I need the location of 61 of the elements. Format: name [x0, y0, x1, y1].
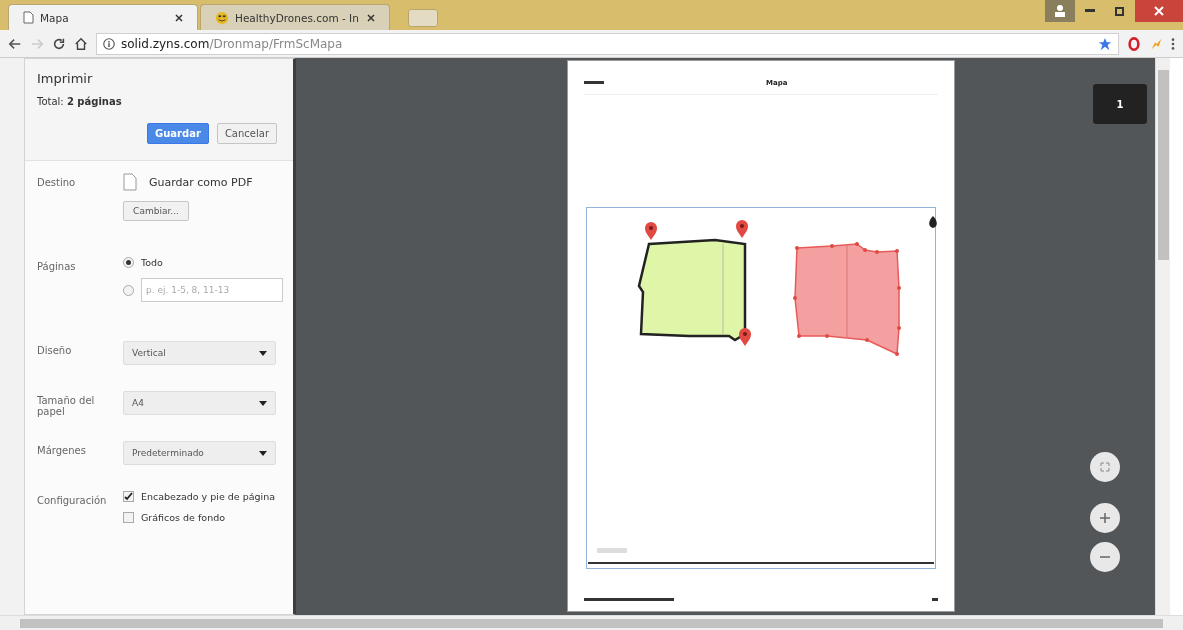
forward-icon	[30, 36, 44, 51]
back-icon	[8, 36, 22, 51]
cancel-button[interactable]: Cancelar	[216, 123, 277, 144]
radio-button[interactable]	[123, 284, 134, 296]
dropdown[interactable]: Predeterminado	[123, 441, 276, 465]
info-icon	[103, 37, 115, 50]
checkbox-label: Encabezado y pie de página	[141, 491, 276, 502]
checkbox[interactable]	[123, 512, 134, 523]
setting-label: Destino	[37, 176, 77, 190]
star-icon	[1098, 36, 1112, 51]
dropdown[interactable]: A4	[123, 391, 276, 415]
document-icon	[123, 173, 137, 191]
checkbox[interactable]	[123, 491, 134, 502]
scrollbar[interactable]	[1155, 58, 1170, 615]
zoom-out-button[interactable]	[1090, 542, 1120, 572]
plus-icon	[1100, 513, 1110, 523]
radio-button[interactable]	[123, 257, 134, 268]
radio-label: Todo	[141, 257, 163, 268]
user-button[interactable]	[1045, 0, 1075, 22]
menu-icon	[1171, 36, 1175, 51]
horizontal-scrollbar[interactable]	[0, 615, 1183, 630]
close-button[interactable]	[1135, 0, 1183, 22]
reload-icon	[52, 36, 66, 51]
close-icon	[1154, 6, 1164, 16]
fit-button[interactable]	[1090, 452, 1120, 482]
map-pin-icon	[735, 220, 748, 238]
page-indicator: 1	[1093, 84, 1147, 124]
map-logo	[596, 548, 627, 553]
setting-label: Tamaño del papel	[37, 394, 96, 419]
home-icon	[74, 36, 88, 51]
setting-label: Márgenes	[37, 444, 87, 458]
setting-label: Configuración	[37, 494, 108, 508]
fit-icon	[1100, 462, 1110, 472]
dropdown[interactable]: Vertical	[123, 341, 276, 365]
destination-value: Guardar como PDF	[149, 175, 253, 189]
setting-label: Páginas	[37, 260, 77, 274]
zoom-in-button[interactable]	[1090, 503, 1120, 533]
setting-label: Diseño	[37, 344, 73, 358]
browser-tab[interactable]: Mapa	[8, 4, 198, 30]
change-button[interactable]: Cambiar...	[123, 201, 189, 221]
map-pin-icon	[644, 222, 657, 240]
smiley-icon	[215, 10, 229, 25]
page-range-field[interactable]: p. ej. 1-5, 8, 11-13	[141, 278, 283, 302]
ring-icon	[1127, 36, 1141, 51]
page-total: Total: 2 páginas	[37, 96, 123, 107]
close-icon	[175, 13, 183, 22]
restore-icon	[1115, 6, 1125, 16]
map-pin-icon	[738, 328, 751, 346]
document-icon	[23, 11, 34, 24]
browser-tab[interactable]: HealthyDrones.com - In	[200, 4, 390, 30]
address-bar[interactable]: solid.zyns.com/Dronmap/FrmScMapa	[96, 32, 1119, 55]
blurred-text-drawing	[931, 598, 938, 601]
caret-icon	[259, 450, 267, 456]
print-title: Imprimir	[37, 71, 94, 86]
url-text: solid.zyns.com/Dronmap/FrmScMapa	[121, 36, 344, 51]
caret-icon	[259, 400, 267, 406]
checkbox-label: Gráficos de fondo	[141, 512, 225, 523]
minimize-icon	[1085, 9, 1095, 13]
close-icon	[367, 13, 375, 22]
blurred-text-drawing	[583, 81, 604, 84]
caret-icon	[259, 350, 267, 356]
